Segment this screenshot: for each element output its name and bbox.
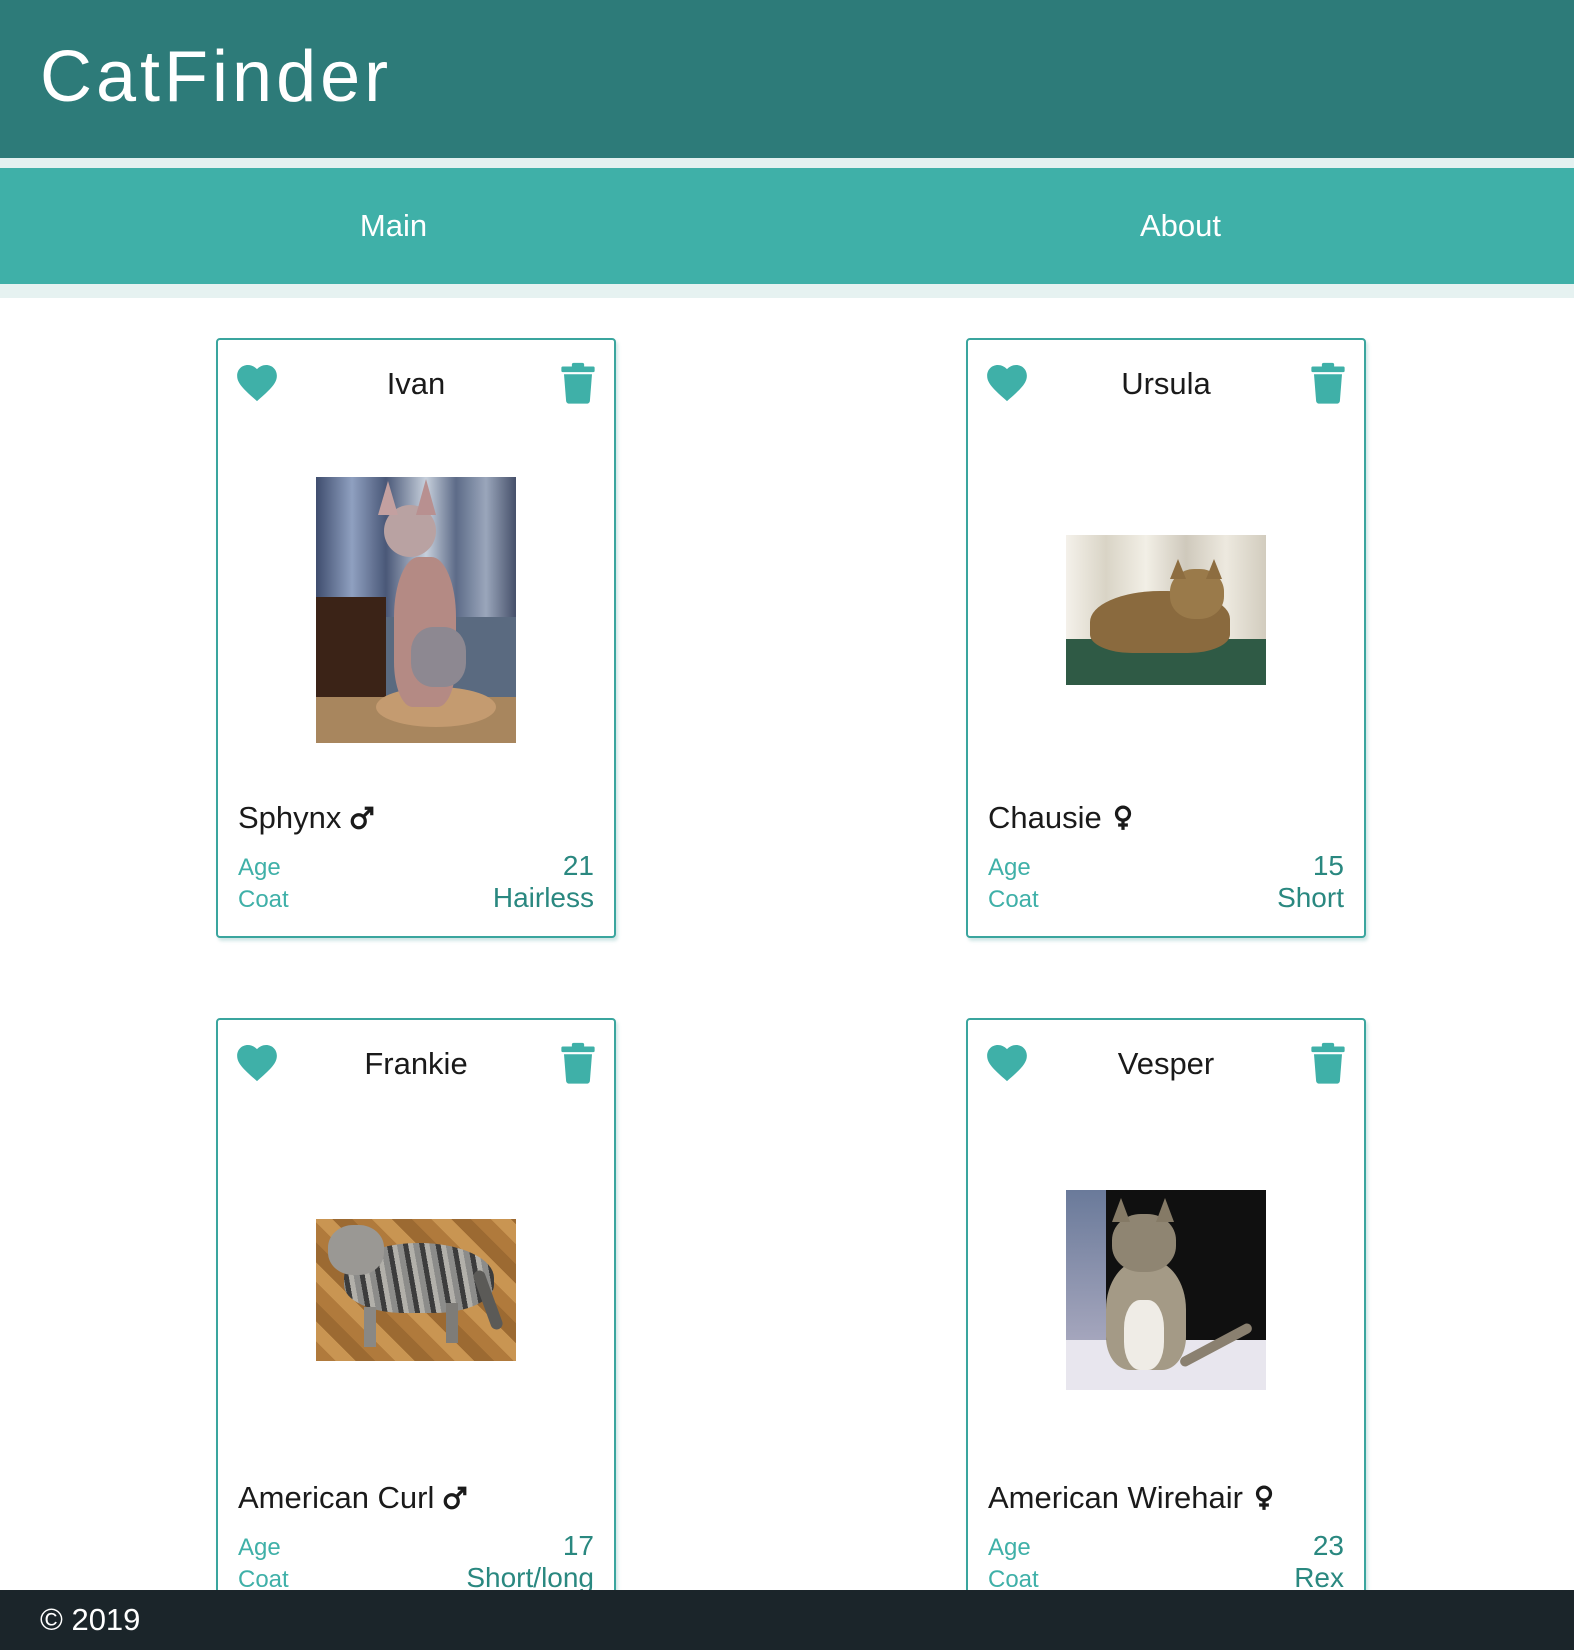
male-icon bbox=[351, 806, 374, 830]
female-icon bbox=[1255, 1485, 1273, 1510]
photo-container bbox=[218, 440, 614, 780]
card-header: Frankie bbox=[218, 1020, 614, 1110]
coat-label: Coat bbox=[238, 886, 289, 913]
coat-value: Short bbox=[1277, 882, 1344, 913]
copyright-text: © 2019 bbox=[40, 1602, 141, 1637]
cat-card: Vesper American Wirehair Age 23 Coat Rex bbox=[966, 1018, 1366, 1590]
coat-label: Coat bbox=[988, 1566, 1039, 1590]
breed-name: American Curl bbox=[238, 1480, 435, 1515]
cat-name: Frankie bbox=[364, 1046, 468, 1081]
cat-card: Ivan Sphynx Age 21 Coat Hairless bbox=[216, 338, 616, 938]
coat-label: Coat bbox=[238, 1566, 289, 1590]
photo-container bbox=[968, 440, 1364, 780]
american-wirehair-cat-photo bbox=[1066, 1190, 1266, 1390]
breed-row: Sphynx bbox=[238, 800, 375, 836]
cat-card: Frankie American Curl Age 17 Coat Short/… bbox=[216, 1018, 616, 1590]
main-nav: Main About bbox=[0, 168, 1574, 284]
trash-icon[interactable] bbox=[560, 362, 596, 404]
cat-details: Age 21 Coat Hairless bbox=[238, 850, 594, 914]
page-footer: © 2019 bbox=[0, 1590, 1574, 1650]
coat-value: Short/long bbox=[466, 1562, 594, 1590]
male-icon bbox=[444, 1486, 467, 1510]
card-header: Vesper bbox=[968, 1020, 1364, 1110]
cat-details: Age 17 Coat Short/long bbox=[238, 1530, 594, 1590]
breed-name: Sphynx bbox=[238, 800, 342, 835]
cat-name: Ursula bbox=[1121, 366, 1211, 401]
coat-row: Coat Rex bbox=[988, 1562, 1344, 1590]
cat-details: Age 23 Coat Rex bbox=[988, 1530, 1344, 1590]
cat-card: Ursula Chausie Age 15 Coat Short bbox=[966, 338, 1366, 938]
age-value: 21 bbox=[562, 850, 594, 881]
age-label: Age bbox=[988, 1534, 1031, 1561]
heart-icon[interactable] bbox=[236, 364, 278, 402]
chausie-cat-photo bbox=[1066, 535, 1266, 685]
breed-row: American Wirehair bbox=[988, 1480, 1277, 1516]
age-row: Age 21 bbox=[238, 850, 594, 882]
trash-icon[interactable] bbox=[1310, 1042, 1346, 1084]
nav-item-main[interactable]: Main bbox=[0, 168, 787, 284]
photo-container bbox=[218, 1120, 614, 1460]
age-value: 23 bbox=[1312, 1530, 1344, 1561]
age-row: Age 23 bbox=[988, 1530, 1344, 1562]
app-header: CatFinder bbox=[0, 0, 1574, 158]
sphynx-cat-photo bbox=[316, 477, 516, 743]
coat-value: Hairless bbox=[492, 882, 594, 913]
female-icon bbox=[1114, 805, 1131, 830]
photo-container bbox=[968, 1120, 1364, 1460]
cat-name: Vesper bbox=[1117, 1046, 1215, 1081]
nav-item-about[interactable]: About bbox=[787, 168, 1574, 284]
age-row: Age 17 bbox=[238, 1530, 594, 1562]
coat-row: Coat Short/long bbox=[238, 1562, 594, 1590]
age-value: 17 bbox=[562, 1530, 594, 1561]
heart-icon[interactable] bbox=[236, 1044, 278, 1082]
age-label: Age bbox=[238, 854, 281, 881]
breed-row: American Curl bbox=[238, 1480, 468, 1516]
heart-icon[interactable] bbox=[986, 1044, 1028, 1082]
cat-details: Age 15 Coat Short bbox=[988, 850, 1344, 914]
cat-card-grid: Ivan Sphynx Age 21 Coat Hairless Ursula … bbox=[0, 298, 1574, 1590]
coat-row: Coat Hairless bbox=[238, 882, 594, 914]
card-header: Ursula bbox=[968, 340, 1364, 430]
catfinder-app: CatFinder Main About Ivan Sphynx Age 21 … bbox=[0, 0, 1574, 1650]
heart-icon[interactable] bbox=[986, 364, 1028, 402]
age-value: 15 bbox=[1312, 850, 1344, 881]
age-label: Age bbox=[238, 1534, 281, 1561]
coat-value: Rex bbox=[1294, 1562, 1344, 1590]
trash-icon[interactable] bbox=[560, 1042, 596, 1084]
trash-icon[interactable] bbox=[1310, 362, 1346, 404]
nav-shadow bbox=[0, 284, 1574, 298]
card-header: Ivan bbox=[218, 340, 614, 430]
header-divider bbox=[0, 158, 1574, 168]
age-label: Age bbox=[988, 854, 1031, 881]
american-curl-cat-photo bbox=[316, 1219, 516, 1361]
breed-name: American Wirehair bbox=[988, 1480, 1243, 1515]
cat-name: Ivan bbox=[386, 366, 446, 401]
breed-row: Chausie bbox=[988, 800, 1136, 836]
app-title: CatFinder bbox=[40, 37, 393, 117]
age-row: Age 15 bbox=[988, 850, 1344, 882]
breed-name: Chausie bbox=[988, 800, 1102, 835]
coat-label: Coat bbox=[988, 886, 1039, 913]
coat-row: Coat Short bbox=[988, 882, 1344, 914]
